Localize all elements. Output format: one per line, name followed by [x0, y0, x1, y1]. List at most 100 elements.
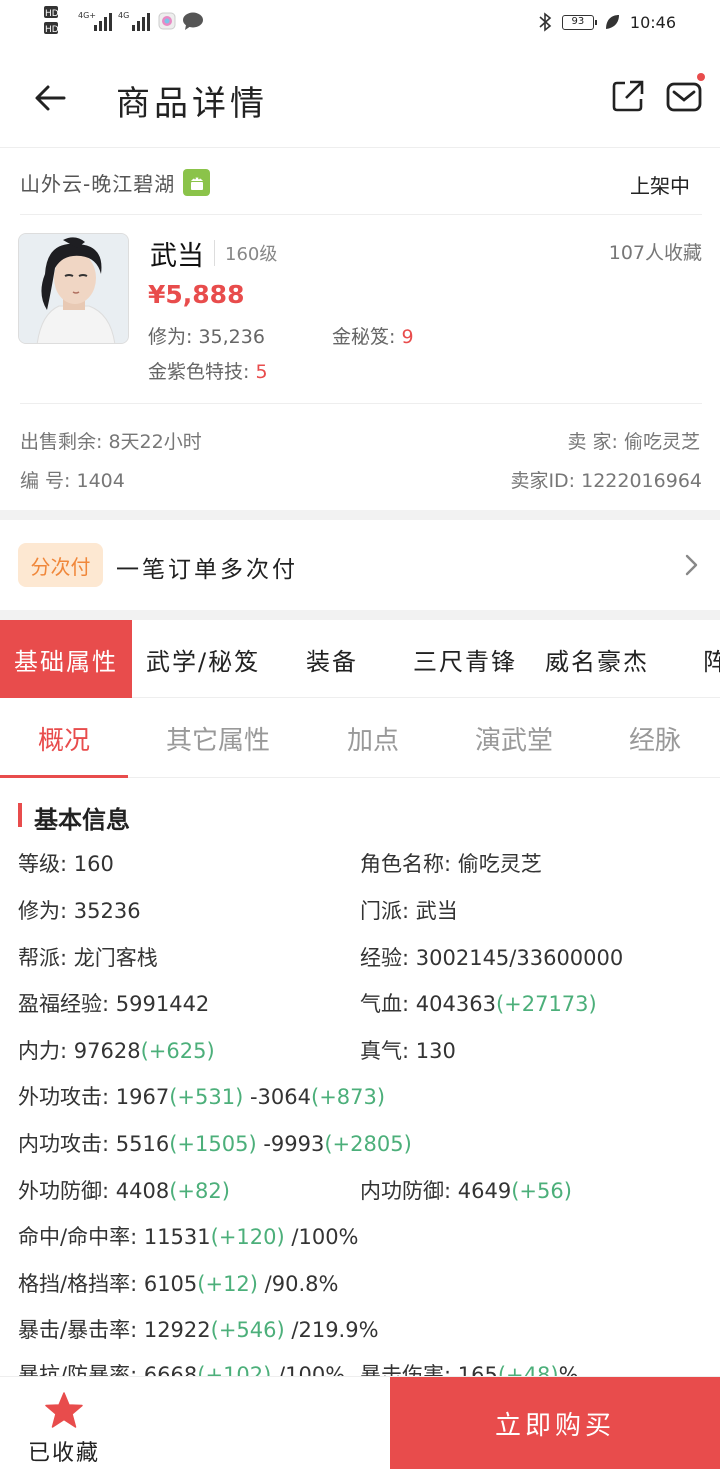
tab-weiming-haojie[interactable]: 威名豪杰	[545, 620, 649, 698]
info-zhenqi: 真气: 130	[360, 1035, 456, 1065]
info-ext-defense-bonus: (+82)	[169, 1179, 230, 1203]
info-yingfu-exp: 盈福经验: 5991442	[18, 988, 209, 1018]
favorite-count: 107人收藏	[608, 242, 702, 264]
info-block-rate: /90.8%	[257, 1272, 339, 1296]
app-icon	[158, 12, 176, 30]
favorite-button[interactable]: 已收藏	[0, 1377, 388, 1469]
tab-formation[interactable]: 阵	[703, 620, 720, 698]
mail-icon	[666, 82, 702, 112]
info-crit: 暴击/暴击率: 12922(+546) /219.9%	[18, 1314, 379, 1344]
info-zhenqi-value: 130	[415, 1039, 456, 1063]
info-mana-bonus: (+625)	[140, 1039, 215, 1063]
info-ext-attack: 外功攻击: 1967(+531) -3064(+873)	[18, 1081, 385, 1111]
info-yingfu-exp-value: 5991442	[115, 992, 210, 1016]
info-hp-label: 气血:	[360, 992, 416, 1016]
tab-equipment[interactable]: 装备	[306, 620, 358, 698]
seller-name: 卖 家: 偷吃灵芝	[567, 431, 700, 453]
attr-jinzise-value: 5	[255, 361, 268, 383]
character-avatar	[18, 233, 129, 344]
info-block-label: 格挡/格挡率:	[18, 1272, 144, 1296]
info-crit-bonus: (+546)	[210, 1318, 285, 1342]
status-bar: HD HD 4G+ 4G 93 10:46	[0, 0, 720, 46]
share-button[interactable]	[608, 76, 648, 116]
info-ext-attack-label: 外功攻击:	[18, 1085, 116, 1109]
info-ext-attack-max: -3064	[243, 1085, 311, 1109]
info-hit: 命中/命中率: 11531(+120) /100%	[18, 1221, 359, 1251]
hd-icon: HD HD	[44, 6, 59, 35]
svg-text:HD: HD	[45, 9, 59, 19]
price: ¥5,888	[148, 280, 245, 309]
sale-remaining: 出售剩余: 8天22小时	[20, 431, 202, 453]
info-mana-value: 97628	[73, 1039, 141, 1063]
main-tabs: 基础属性 武学/秘笈 装备 三尺青锋 威名豪杰 阵	[0, 620, 720, 698]
tab-yanwutang[interactable]: 演武堂	[460, 698, 568, 778]
info-ext-attack-bonus: (+531)	[169, 1085, 244, 1109]
notification-dot	[697, 73, 705, 81]
tab-martial-arts[interactable]: 武学/秘笈	[146, 620, 260, 698]
info-xiuwei: 修为: 35236	[18, 895, 141, 925]
section-gap	[0, 610, 720, 620]
divider	[20, 403, 702, 404]
svg-text:4G+: 4G+	[78, 11, 96, 20]
info-zhenqi-label: 真气:	[360, 1039, 416, 1063]
info-hp: 气血: 404363(+27173)	[360, 988, 597, 1018]
info-int-defense-bonus: (+56)	[511, 1179, 572, 1203]
section-title: 基本信息	[34, 806, 130, 834]
info-crit-label: 暴击/暴击率:	[18, 1318, 144, 1342]
back-button[interactable]	[28, 76, 72, 120]
battery-level: 93	[571, 15, 585, 27]
info-int-attack: 内功攻击: 5516(+1505) -9993(+2805)	[18, 1128, 412, 1158]
info-ext-defense-value: 4408	[115, 1179, 170, 1203]
attr-jinmiji: 金秘笈: 9	[332, 322, 414, 349]
status-right: 93 10:46	[538, 12, 676, 32]
svg-text:HD: HD	[45, 25, 59, 35]
info-sect-label: 门派:	[360, 899, 416, 923]
info-block: 格挡/格挡率: 6105(+12) /90.8%	[18, 1268, 338, 1298]
sub-tabs: 概况 其它属性 加点 演武堂 经脉	[0, 698, 720, 778]
bottom-bar: 已收藏 立即购买	[0, 1376, 720, 1469]
info-sect-value: 武当	[415, 899, 458, 923]
attr-xiuwei-value: 35,236	[198, 326, 265, 348]
signal-icon: 4G+	[78, 11, 112, 31]
character-level: 160级	[214, 240, 277, 266]
info-hit-rate: /100%	[284, 1225, 359, 1249]
info-int-defense-label: 内功防御:	[360, 1179, 458, 1203]
info-sect: 门派: 武当	[360, 895, 458, 925]
attr-xiuwei: 修为: 35,236	[148, 322, 265, 349]
seller-id: 卖家ID: 1222016964	[510, 470, 702, 492]
leaf-icon	[605, 15, 619, 29]
tab-add-points[interactable]: 加点	[324, 698, 422, 778]
message-button[interactable]	[663, 73, 705, 118]
tab-basic-attributes[interactable]: 基础属性	[0, 620, 132, 698]
info-yingfu-exp-label: 盈福经验:	[18, 992, 116, 1016]
tab-other-attributes[interactable]: 其它属性	[150, 698, 286, 778]
attr-jinzise-label: 金紫色特技:	[148, 361, 250, 383]
info-hit-value: 11531	[143, 1225, 211, 1249]
info-level: 等级: 160	[18, 848, 114, 878]
signal-icon-2: 4G	[118, 11, 150, 31]
arrow-left-icon	[35, 85, 66, 111]
info-ext-attack-bonus2: (+873)	[311, 1085, 386, 1109]
info-block-value: 6105	[143, 1272, 198, 1296]
info-int-attack-max: -9993	[256, 1132, 325, 1156]
character-class: 武当	[150, 241, 204, 272]
battery-icon: 93	[561, 14, 597, 30]
info-hit-label: 命中/命中率:	[18, 1225, 144, 1249]
installment-row[interactable]: 分次付 一笔订单多次付	[0, 520, 720, 610]
info-xiuwei-label: 修为:	[18, 899, 74, 923]
bluetooth-icon	[539, 12, 552, 32]
info-int-attack-bonus: (+1505)	[169, 1132, 257, 1156]
app-header: 商品详情	[0, 46, 720, 148]
tab-sanchi-qingfeng[interactable]: 三尺青锋	[413, 620, 517, 698]
divider	[20, 214, 702, 215]
tab-overview[interactable]: 概况	[0, 698, 128, 778]
info-guild-label: 帮派:	[18, 946, 74, 970]
info-hp-value: 404363	[415, 992, 496, 1016]
svg-text:4G: 4G	[118, 11, 129, 20]
info-int-attack-min: 5516	[115, 1132, 170, 1156]
info-crit-value: 12922	[143, 1318, 211, 1342]
tab-meridians[interactable]: 经脉	[606, 698, 704, 778]
status-left: HD HD 4G+ 4G	[44, 6, 204, 36]
buy-now-button[interactable]: 立即购买	[390, 1377, 720, 1469]
info-int-defense-value: 4649	[457, 1179, 512, 1203]
